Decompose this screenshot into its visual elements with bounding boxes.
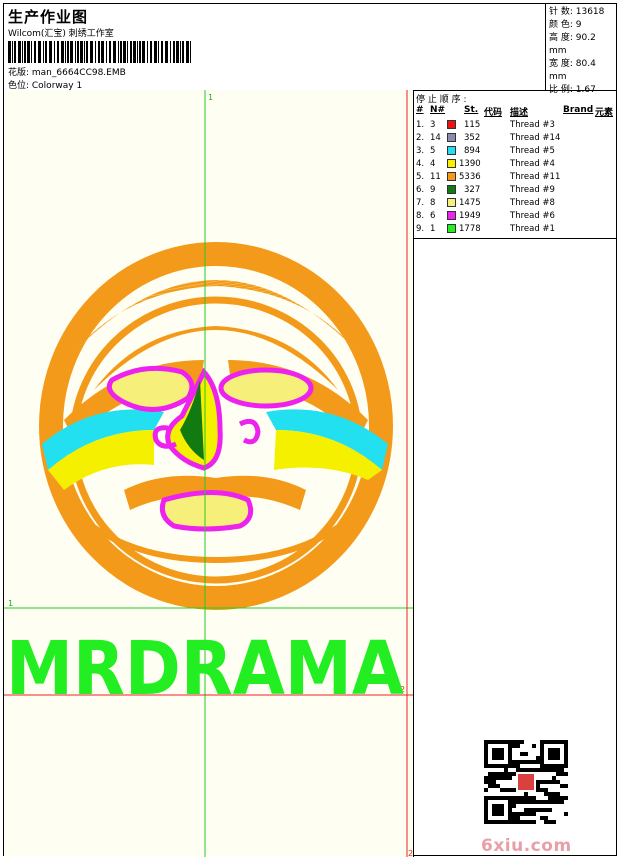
embroidery-design: 1 1 2 2 MRDRAMA xyxy=(4,90,413,857)
col-number: N# xyxy=(430,105,446,115)
barcode xyxy=(8,41,191,63)
right-eye xyxy=(218,367,314,409)
thread-color-swatch xyxy=(447,146,456,155)
stop-sequence-title: 停 止 顺 序 : xyxy=(416,95,467,105)
col-desc: 描述 xyxy=(510,108,529,118)
thread-color-swatch xyxy=(447,133,456,142)
col-index: # xyxy=(416,105,424,115)
col-code: 代码 xyxy=(484,108,503,118)
table-row: 2. 14 352 Thread #14 xyxy=(416,133,561,143)
stat-height: 高 度: 90.2 mm xyxy=(549,33,596,56)
design-text: MRDRAMA xyxy=(6,626,404,712)
table-row: 3. 5 894 Thread #5 xyxy=(416,146,555,156)
thread-color-swatch xyxy=(447,159,456,168)
right-panel: 停 止 顺 序 : # N# St. 代码 描述 Brand 元素 1. 3 115… xyxy=(413,90,616,857)
marker-left: 1 xyxy=(8,599,13,608)
thread-color-swatch xyxy=(447,172,456,181)
watermark-logo: 6xiu.com xyxy=(481,836,572,856)
table-row: 1. 3 115 Thread #3 xyxy=(416,120,555,130)
table-row: 7. 8 1475 Thread #8 xyxy=(416,198,555,208)
stat-stitches: 针 数: 13618 xyxy=(549,7,605,17)
thread-color-swatch xyxy=(447,120,456,129)
table-row: 8. 6 1949 Thread #6 xyxy=(416,211,555,221)
sheet-title: 生产作业图 xyxy=(8,8,89,26)
mouth xyxy=(159,490,254,532)
right-nostril xyxy=(238,418,261,445)
thread-color-swatch xyxy=(447,198,456,207)
table-row: 9. 1 1778 Thread #1 xyxy=(416,224,555,234)
left-eye xyxy=(106,365,195,412)
col-brand: Brand xyxy=(563,105,594,115)
stop-sequence-table: 停 止 顺 序 : # N# St. 代码 描述 Brand 元素 1. 3 115… xyxy=(413,90,616,239)
thread-color-swatch xyxy=(447,224,456,233)
thread-color-swatch xyxy=(447,211,456,220)
stat-colors: 颜 色: 9 xyxy=(549,20,582,30)
sheet-header: 生产作业图 Wilcom(汇宝) 刺绣工作室 花版: man_6664CC98.… xyxy=(4,4,616,95)
header-info: 生产作业图 Wilcom(汇宝) 刺绣工作室 花版: man_6664CC98.… xyxy=(4,4,546,91)
table-row: 6. 9 327 Thread #9 xyxy=(416,185,555,195)
table-row: 5. 11 5336 Thread #11 xyxy=(416,172,561,182)
design-stats: 针 数: 13618 颜 色: 9 高 度: 90.2 mm 宽 度: 80.4… xyxy=(549,6,616,97)
production-sheet: 生产作业图 Wilcom(汇宝) 刺绣工作室 花版: man_6664CC98.… xyxy=(3,3,617,857)
stat-width: 宽 度: 80.4 mm xyxy=(549,59,596,82)
sheet-subtitle: Wilcom(汇宝) 刺绣工作室 xyxy=(8,29,114,39)
col-element: 元素 xyxy=(595,108,614,118)
marker-top: 1 xyxy=(208,93,213,102)
design-file-name: 花版: man_6664CC98.EMB xyxy=(8,68,126,78)
table-row: 4. 4 1390 Thread #4 xyxy=(416,159,555,169)
qr-code xyxy=(484,740,568,824)
design-preview: 1 1 2 2 MRDRAMA xyxy=(4,90,414,857)
thread-color-swatch xyxy=(447,185,456,194)
col-stitches: St. xyxy=(464,105,479,115)
